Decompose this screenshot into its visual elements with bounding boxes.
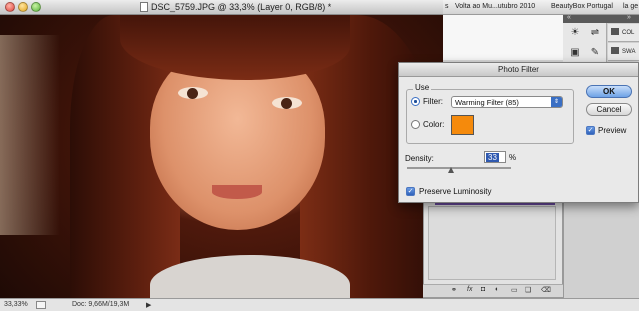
sun-icon[interactable]: ☀ <box>569 27 581 39</box>
density-slider[interactable] <box>407 167 511 169</box>
color-panel-button[interactable]: COL <box>608 24 639 42</box>
adjustment-layer-icon[interactable]: ◐ <box>495 286 499 293</box>
color-label[interactable]: Color: <box>423 120 444 129</box>
filter-radio[interactable] <box>411 97 420 106</box>
density-slider-thumb[interactable] <box>448 167 454 173</box>
zoom-level[interactable]: 33,33% <box>4 301 28 308</box>
swatches-panel-label: SWA <box>622 49 636 55</box>
status-icon[interactable] <box>36 301 46 309</box>
minimize-window-button[interactable] <box>18 2 28 12</box>
preserve-luminosity-checkbox[interactable]: ✓ <box>406 187 415 196</box>
swatches-panel-button[interactable]: SWA <box>608 43 639 61</box>
status-menu-arrow-icon[interactable]: ▶ <box>146 301 151 309</box>
density-label: Density: <box>405 154 434 163</box>
doc-size: Doc: 9,66M/19,3M <box>72 301 130 308</box>
close-window-button[interactable] <box>5 2 15 12</box>
image-icon[interactable]: ▣ <box>569 47 581 59</box>
preview-checkbox[interactable]: ✓ <box>586 126 595 135</box>
color-icon <box>611 28 619 35</box>
browser-bookmarks-bar: s Volta ao Mu...utubro 2010 BeautyBox Po… <box>443 0 639 15</box>
expand-icon[interactable]: » <box>627 14 631 21</box>
mask-icon[interactable]: ◘ <box>481 286 485 293</box>
group-icon[interactable]: ▭ <box>511 286 518 294</box>
color-radio[interactable] <box>411 120 420 129</box>
collapse-icon[interactable]: « <box>567 14 571 21</box>
document-icon <box>140 2 148 12</box>
preserve-luminosity-label[interactable]: Preserve Luminosity <box>419 187 491 196</box>
document-title-text: DSC_5759.JPG @ 33,3% (Layer 0, RGB/8) * <box>151 2 332 12</box>
photo-mouth <box>212 185 262 199</box>
new-layer-icon[interactable]: ❑ <box>525 286 531 294</box>
ok-button[interactable]: OK <box>586 85 632 98</box>
density-input[interactable]: 33 <box>484 151 506 163</box>
link-icon[interactable]: ⚭ <box>451 286 457 294</box>
density-value: 33 <box>486 153 499 162</box>
fx-icon[interactable]: fx <box>467 286 472 293</box>
document-title: DSC_5759.JPG @ 33,3% (Layer 0, RGB/8) * <box>140 2 331 12</box>
zoom-window-button[interactable] <box>31 2 41 12</box>
photo-eye-right <box>272 97 302 109</box>
density-unit: % <box>509 153 517 162</box>
dialog-title[interactable]: Photo Filter <box>399 63 638 77</box>
brush-icon[interactable]: ✎ <box>589 47 601 59</box>
photo-eye-left <box>178 87 208 99</box>
bookmark-item[interactable]: BeautyBox Portugal <box>551 3 613 10</box>
adjustments-icon[interactable]: ⇌ <box>589 27 601 39</box>
image-canvas[interactable] <box>0 15 443 298</box>
cancel-button[interactable]: Cancel <box>586 103 632 116</box>
filter-label[interactable]: Filter: <box>423 97 443 106</box>
swatches-icon <box>611 47 619 54</box>
status-bar: 33,33% Doc: 9,66M/19,3M ▶ <box>0 298 639 311</box>
layers-panel-footer: ⚭ fx ◘ ◐ ▭ ❑ ⌫ <box>423 284 563 297</box>
bookmark-item[interactable]: Volta ao Mu...utubro 2010 <box>455 3 535 10</box>
bookmark-item[interactable]: la ge <box>623 3 638 10</box>
trash-icon[interactable]: ⌫ <box>541 286 551 294</box>
color-swatch[interactable] <box>451 115 474 135</box>
document-titlebar[interactable]: DSC_5759.JPG @ 33,3% (Layer 0, RGB/8) * <box>0 0 443 15</box>
background-window <box>443 15 563 60</box>
preview-label[interactable]: Preview <box>598 126 626 135</box>
chevron-updown-icon: ⇕ <box>551 97 562 107</box>
filter-select-value: Warming Filter (85) <box>455 98 519 107</box>
use-group-label: Use <box>413 83 432 92</box>
filter-select[interactable]: Warming Filter (85) ⇕ <box>451 96 563 108</box>
layers-list[interactable] <box>428 206 556 280</box>
photo-background-light <box>0 35 60 235</box>
dock-header[interactable]: « » <box>563 14 639 23</box>
photo-filter-dialog: Photo Filter Use Filter: Warming Filter … <box>398 62 639 203</box>
color-panel-label: COL <box>622 30 635 36</box>
bookmark-item[interactable]: s <box>445 3 449 10</box>
dock-icon-column: ☀ ⇌ ▣ ✎ <box>563 23 607 65</box>
